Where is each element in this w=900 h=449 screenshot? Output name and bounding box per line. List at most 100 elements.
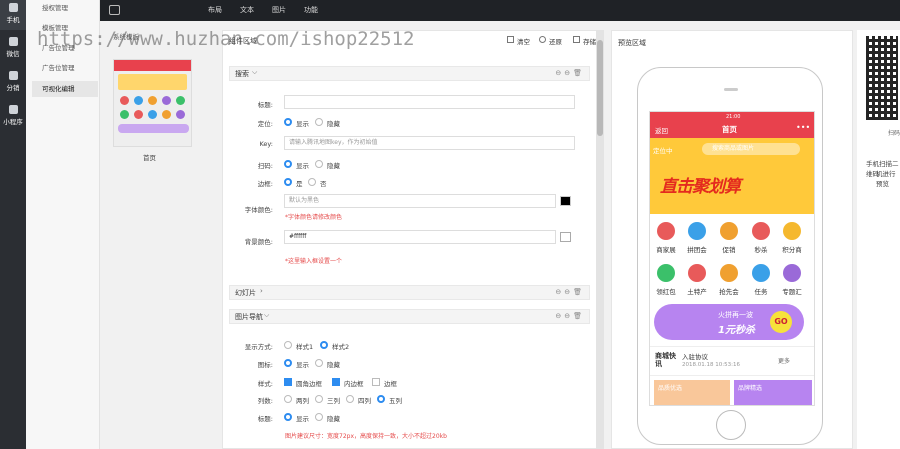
chevron-down-icon[interactable]: ⌵ <box>252 68 257 77</box>
clear-button[interactable]: 清空 <box>517 36 530 46</box>
scrollbar-thumb[interactable] <box>597 40 603 136</box>
check-border[interactable] <box>372 378 380 386</box>
section-image-nav[interactable]: 图片导航 ⌵ ⊖⊖🗑 <box>229 309 590 324</box>
left-rail: 手机 微信 分销 小程序 <box>0 0 26 449</box>
rail-item-share[interactable]: 分销 <box>0 68 26 98</box>
more-icon[interactable]: ••• <box>796 123 810 132</box>
news-more[interactable]: 更多 <box>778 356 790 365</box>
template-thumb[interactable] <box>113 59 192 147</box>
section-search[interactable]: 搜索 ⌵ ⊖⊖🗑 <box>229 66 590 81</box>
back-button[interactable]: 返回 <box>655 125 668 135</box>
bg-color-input[interactable]: #ffffff <box>284 230 556 244</box>
check-inner[interactable] <box>332 378 340 386</box>
promo-go-button[interactable]: GO <box>770 311 792 333</box>
check-inner-label: 内边框 <box>344 380 364 388</box>
nav-icon[interactable] <box>720 264 738 282</box>
editor-scrollbar[interactable] <box>596 30 604 449</box>
nav-label: 拼团会 <box>687 246 707 254</box>
nav-shape-label: 样式: <box>257 380 273 388</box>
radio-hide[interactable] <box>315 118 323 126</box>
section-tools[interactable]: ⊖⊖🗑 <box>555 69 585 77</box>
top-link-image[interactable]: 图片 <box>272 5 286 15</box>
nav-icon[interactable] <box>657 222 675 240</box>
nav-size-hint: 图片建议尺寸：宽度72px，高度保持一致，大小不超过20kb <box>285 433 447 440</box>
font-color-input[interactable]: 默认为黑色 <box>284 194 556 208</box>
radio-icon-hide[interactable] <box>315 359 323 367</box>
search-title-input[interactable] <box>284 95 575 109</box>
promo-banner[interactable]: 火拼再一波 1元秒杀 GO <box>654 304 804 340</box>
nav-label: 任务 <box>754 288 768 296</box>
nav-icon[interactable] <box>783 222 801 240</box>
radio-scan-show[interactable] <box>284 160 292 168</box>
section-slideshow[interactable]: 幻灯片 › ⊖⊖🗑 <box>229 285 590 300</box>
thumb-dot <box>134 96 143 105</box>
phone-screen: 21:00 返回 首页 ••• 定位中 搜索商品或图片 直击聚划算 商家展 拼团… <box>649 111 815 406</box>
thumb-header-bar <box>114 60 191 71</box>
sub-item-visual[interactable]: 可视化编辑 <box>32 81 98 97</box>
watermark: https://www.huzhan.com/ishop22512 <box>37 28 415 50</box>
share-icon <box>8 71 18 80</box>
home-button[interactable] <box>716 410 746 440</box>
nav-icon[interactable] <box>688 222 706 240</box>
restore-button[interactable]: 还原 <box>549 36 562 46</box>
radio-cols-4[interactable] <box>346 395 354 403</box>
radio-style1[interactable] <box>284 341 292 349</box>
radio-scan-hide[interactable] <box>315 160 323 168</box>
save-button[interactable]: 存储 <box>583 36 596 46</box>
menu-icon[interactable] <box>109 5 120 15</box>
goods-card[interactable]: 品牌精选 <box>734 380 812 405</box>
radio-scan-show-label: 显示 <box>296 162 309 170</box>
chevron-down-icon[interactable]: ⌵ <box>264 311 269 320</box>
radio-icon-show-label: 显示 <box>296 361 309 369</box>
banner-text: 直击聚划算 <box>660 177 741 197</box>
nav-icon[interactable] <box>657 264 675 282</box>
news-bar[interactable]: 商城快讯 入驻协议 2018.01.18 10:53:16 更多 <box>650 346 814 376</box>
bg-color-label: 背景颜色: <box>244 238 273 246</box>
font-color-swatch[interactable] <box>560 196 571 206</box>
chevron-right-icon[interactable]: › <box>260 287 263 295</box>
top-link-text[interactable]: 文本 <box>240 5 254 15</box>
rail-item-phone[interactable]: 手机 <box>0 0 26 30</box>
save-icon[interactable] <box>573 36 580 43</box>
section-tools[interactable]: ⊖⊖🗑 <box>555 288 585 296</box>
nav-icon[interactable] <box>752 222 770 240</box>
radio-fill-no[interactable] <box>308 178 316 186</box>
radio-cols-4-label: 四列 <box>358 397 371 405</box>
rail-item-app[interactable]: 小程序 <box>0 102 26 132</box>
bg-color-hint: *这里输入框设置一个 <box>285 258 343 265</box>
nav-icon[interactable] <box>720 222 738 240</box>
top-link-layout[interactable]: 布局 <box>208 5 222 15</box>
section-tools[interactable]: ⊖⊖🗑 <box>555 312 585 320</box>
radio-cols-2[interactable] <box>284 395 292 403</box>
radio-style2[interactable] <box>320 341 328 349</box>
radio-cols-5[interactable] <box>377 395 385 403</box>
nav-icon[interactable] <box>783 264 801 282</box>
radio-show[interactable] <box>284 118 292 126</box>
check-rounded[interactable] <box>284 378 292 386</box>
thumb-dot <box>120 110 129 119</box>
radio-icon-hide-label: 隐藏 <box>327 361 340 369</box>
nav-icon[interactable] <box>752 264 770 282</box>
app-search-input[interactable]: 搜索商品或图片 <box>702 143 800 155</box>
app-header: 21:00 返回 首页 ••• <box>650 112 814 138</box>
nav-cols-label: 列数: <box>257 397 273 405</box>
radio-title-hide[interactable] <box>315 413 323 421</box>
goods-card[interactable]: 品质优选 <box>654 380 730 405</box>
location-text[interactable]: 定位中 <box>653 145 673 155</box>
bg-color-swatch[interactable] <box>560 232 571 242</box>
search-key-input[interactable]: 请输入腾讯地图key，作为初始值 <box>284 136 575 150</box>
rail-item-wechat[interactable]: 微信 <box>0 34 26 64</box>
font-color-hint: *字体颜色请修改颜色 <box>285 214 343 221</box>
sub-item-ad2[interactable]: 广告位管理 <box>32 60 98 76</box>
radio-icon-show[interactable] <box>284 359 292 367</box>
search-title-label: 标题: <box>257 101 273 109</box>
radio-cols-3[interactable] <box>315 395 323 403</box>
radio-fill-yes[interactable] <box>284 178 292 186</box>
restore-icon[interactable] <box>539 36 546 43</box>
top-link-function[interactable]: 功能 <box>304 5 318 15</box>
sub-item-auth[interactable]: 授权管理 <box>32 0 98 16</box>
clear-icon[interactable] <box>507 36 514 43</box>
nav-icon[interactable] <box>688 264 706 282</box>
radio-title-show[interactable] <box>284 413 292 421</box>
banner[interactable]: 定位中 搜索商品或图片 直击聚划算 <box>650 138 814 214</box>
